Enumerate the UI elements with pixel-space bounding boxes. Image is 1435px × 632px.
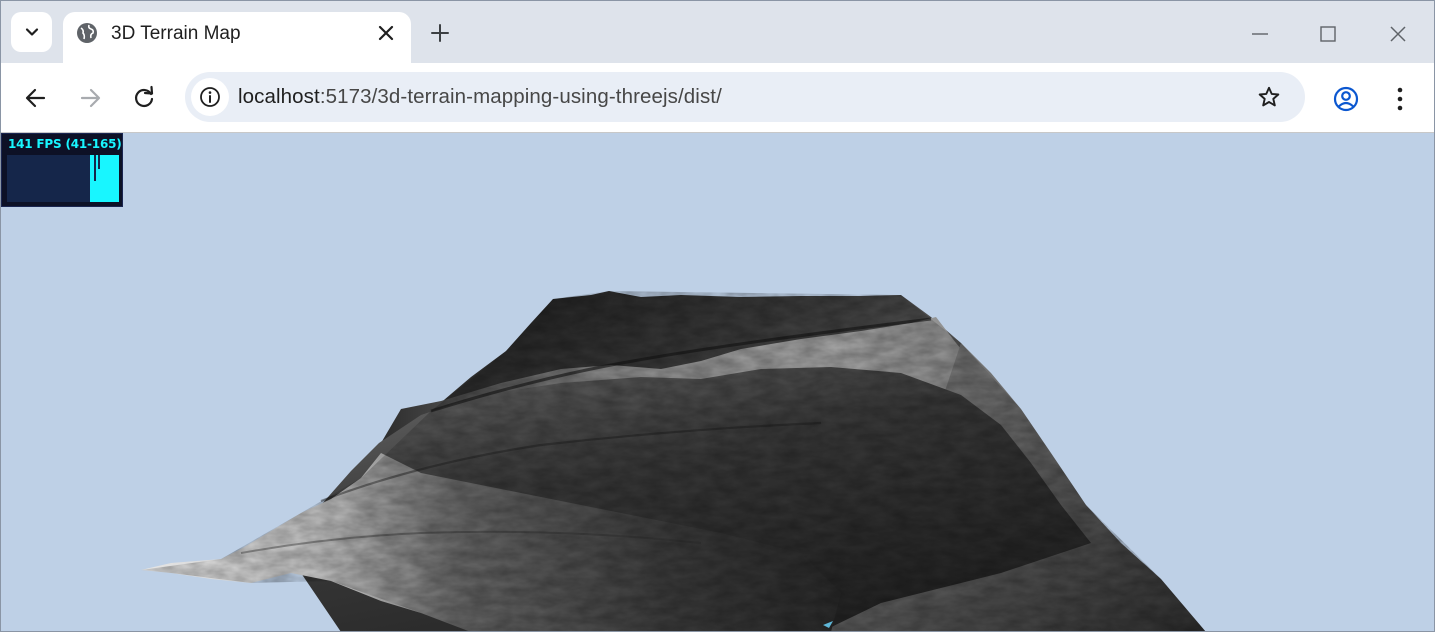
chevron-down-icon — [25, 28, 38, 36]
tab-search-button[interactable] — [11, 12, 52, 52]
forward-arrow-icon[interactable] — [77, 85, 103, 111]
fps-text: 141 FPS (41-165) — [8, 137, 122, 151]
url-text[interactable]: localhost:5173/3d-terrain-mapping-using-… — [238, 85, 722, 109]
fps-stats-panel[interactable]: 141 FPS (41-165) — [1, 133, 123, 207]
info-icon — [200, 87, 220, 107]
back-arrow-icon[interactable] — [23, 85, 49, 111]
window-close-icon[interactable] — [1387, 23, 1409, 45]
site-info-button[interactable] — [191, 78, 229, 116]
maximize-icon[interactable] — [1317, 23, 1339, 45]
terrain-mesh[interactable] — [1, 133, 1434, 632]
tab-close-icon[interactable] — [375, 22, 397, 44]
fps-graph-dip — [98, 155, 100, 169]
minimize-icon[interactable] — [1249, 23, 1271, 45]
browser-window: 3D Terrain Map localhost:5173/3d-terrain… — [0, 0, 1435, 632]
browser-toolbar: localhost:5173/3d-terrain-mapping-using-… — [1, 63, 1434, 132]
fps-graph-dip — [94, 155, 96, 181]
more-vertical-icon[interactable] — [1389, 85, 1411, 113]
terrain-texture — [141, 291, 1206, 631]
new-tab-plus-icon[interactable] — [429, 22, 451, 44]
reload-icon[interactable] — [131, 85, 157, 111]
fps-graph — [7, 155, 119, 202]
tab-active[interactable]: 3D Terrain Map — [63, 12, 411, 63]
address-bar[interactable]: localhost:5173/3d-terrain-mapping-using-… — [185, 72, 1305, 122]
profile-account-icon[interactable] — [1332, 85, 1360, 113]
url-path: :5173/3d-terrain-mapping-using-threejs/d… — [319, 85, 722, 108]
tab-title: 3D Terrain Map — [111, 23, 241, 44]
bookmark-star-icon[interactable] — [1257, 85, 1281, 109]
url-host: localhost — [238, 85, 320, 108]
globe-icon — [77, 23, 97, 43]
tab-strip: 3D Terrain Map — [1, 1, 1434, 63]
terrain-canvas[interactable]: 141 FPS (41-165) — [1, 132, 1434, 632]
